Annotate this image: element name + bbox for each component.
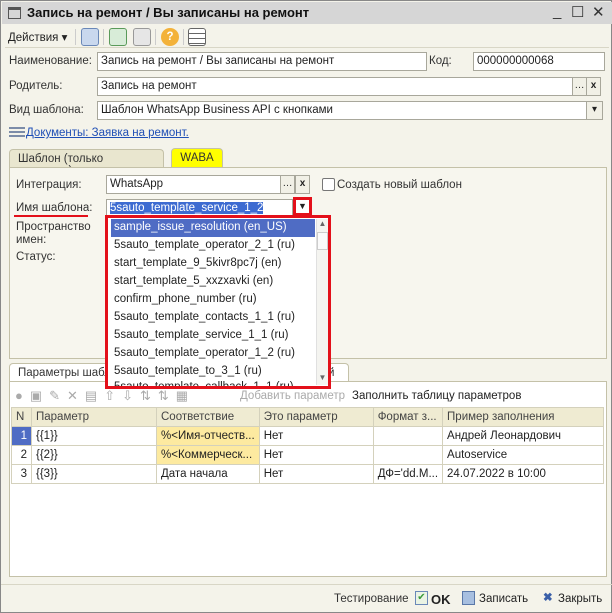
select-parent-button[interactable]: … xyxy=(572,77,587,96)
dropdown-item[interactable]: 5sauto_template_contacts_1_1 (ru) xyxy=(111,309,315,327)
dropdown-scrollbar[interactable]: ▲ ▼ xyxy=(316,219,328,385)
test-button[interactable]: Тестирование xyxy=(334,593,409,605)
table-row[interactable]: 1 {{1}} %<Имя-отчеств... Нет Андрей Леонар… xyxy=(11,426,604,446)
col-is-param[interactable]: Это параметр xyxy=(258,407,374,427)
documents-icon xyxy=(9,127,25,139)
parent-input[interactable]: Запись на ремонт xyxy=(97,77,573,96)
tab-waba[interactable]: WABA xyxy=(171,148,223,168)
integration-label: Интеграция: xyxy=(16,179,82,191)
name-label: Наименование: xyxy=(9,55,92,67)
dropdown-item[interactable]: confirm_phone_number (ru) xyxy=(111,291,315,309)
window-icon xyxy=(8,7,21,19)
save-button[interactable]: Записать xyxy=(479,593,528,605)
minimize-button[interactable]: _ xyxy=(553,3,561,20)
create-new-label: Создать новый шаблон xyxy=(337,179,462,191)
create-new-checkbox[interactable] xyxy=(322,178,335,191)
save-close-icon[interactable] xyxy=(81,28,99,46)
dropdown-item[interactable]: 5sauto_template_callback_1_1 (ru) xyxy=(111,381,315,386)
col-n[interactable]: N xyxy=(11,407,32,427)
maximize-button[interactable]: ☐ xyxy=(571,3,584,21)
close-button[interactable]: Закрыть xyxy=(558,593,602,605)
refresh-icon[interactable] xyxy=(109,28,127,46)
add-param-button[interactable]: Добавить параметр xyxy=(240,390,345,402)
ok-icon: ✔ xyxy=(415,591,428,605)
template-type-select[interactable]: Шаблон WhatsApp Business API с кнопками xyxy=(97,101,587,120)
dropdown-item[interactable]: start_template_9_5kivr8pc7j (en) xyxy=(111,255,315,273)
namespace-label: Пространство имен: xyxy=(16,221,91,246)
toolbar: Действия ▾ ? xyxy=(5,26,609,48)
close-icon: ✖ xyxy=(543,592,553,604)
window: Запись на ремонт / Вы записаны на ремонт… xyxy=(0,0,612,613)
code-label: Код: xyxy=(429,55,452,67)
highlight-underline xyxy=(14,215,88,217)
col-match[interactable]: Соответствие xyxy=(156,407,260,427)
integration-input[interactable]: WhatsApp xyxy=(106,175,281,194)
save-icon xyxy=(462,591,475,605)
col-param[interactable]: Параметр xyxy=(31,407,157,427)
parent-label: Родитель: xyxy=(9,80,63,92)
params-toolbar-icons: ●▣✎✕▤⇧⇩⇅⇅▦ xyxy=(15,388,196,403)
code-input[interactable]: 000000000068 xyxy=(473,52,605,71)
table-row[interactable]: 2 {{2}} %<Коммерческ... Нет Autoservice xyxy=(11,445,604,465)
window-title: Запись на ремонт / Вы записаны на ремонт xyxy=(27,5,310,20)
dropdown-item[interactable]: 5sauto_template_service_1_1 (ru) xyxy=(111,327,315,345)
dropdown-item[interactable]: 5sauto_template_operator_2_1 (ru) xyxy=(111,237,315,255)
template-name-dropdown-list: sample_issue_resolution (en_US) 5sauto_t… xyxy=(105,215,331,389)
columns-icon[interactable] xyxy=(188,28,206,46)
table-row[interactable]: 3 {{3}} Дата начала Нет ДФ='dd.M... 24.07.2… xyxy=(11,464,604,484)
clear-integration-button[interactable]: x xyxy=(295,175,310,194)
chevron-down-icon[interactable]: ▾ xyxy=(586,101,603,120)
ok-button[interactable]: OK xyxy=(431,592,451,607)
help-icon[interactable]: ? xyxy=(161,28,179,46)
dropdown-item[interactable]: sample_issue_resolution (en_US) xyxy=(111,219,315,237)
dropdown-item[interactable]: 5sauto_template_to_3_1 (ru) xyxy=(111,363,315,381)
actions-menu[interactable]: Действия ▾ xyxy=(8,30,67,44)
scroll-thumb[interactable] xyxy=(317,232,328,250)
copy-icon[interactable] xyxy=(133,28,151,46)
status-label: Статус: xyxy=(16,251,56,263)
col-format[interactable]: Формат з... xyxy=(372,407,444,427)
fill-table-button[interactable]: Заполнить таблицу параметров xyxy=(352,390,521,402)
params-table: N Параметр Соответствие Это параметр Фор… xyxy=(11,407,604,484)
dropdown-item[interactable]: 5sauto_template_operator_1_2 (ru) xyxy=(111,345,315,363)
name-input[interactable]: Запись на ремонт / Вы записаны на ремонт xyxy=(97,52,427,71)
dropdown-item[interactable]: start_template_5_xxzxavki (en) xyxy=(111,273,315,291)
clear-parent-button[interactable]: x xyxy=(586,77,601,96)
template-type-label: Вид шаблона: xyxy=(9,104,84,116)
col-example[interactable]: Пример заполнения xyxy=(442,407,604,427)
scroll-up-icon[interactable]: ▲ xyxy=(317,219,328,231)
select-integration-button[interactable]: … xyxy=(280,175,295,194)
documents-link[interactable]: Документы: Заявка на ремонт. xyxy=(26,127,189,139)
close-window-button[interactable]: ✕ xyxy=(592,3,605,21)
template-name-label: Имя шаблона: xyxy=(16,202,93,214)
template-name-dropdown-button[interactable]: ▼ xyxy=(293,197,312,216)
scroll-down-icon[interactable]: ▼ xyxy=(317,373,328,385)
tab-template-view[interactable]: Шаблон (только просмотр) xyxy=(9,149,164,177)
